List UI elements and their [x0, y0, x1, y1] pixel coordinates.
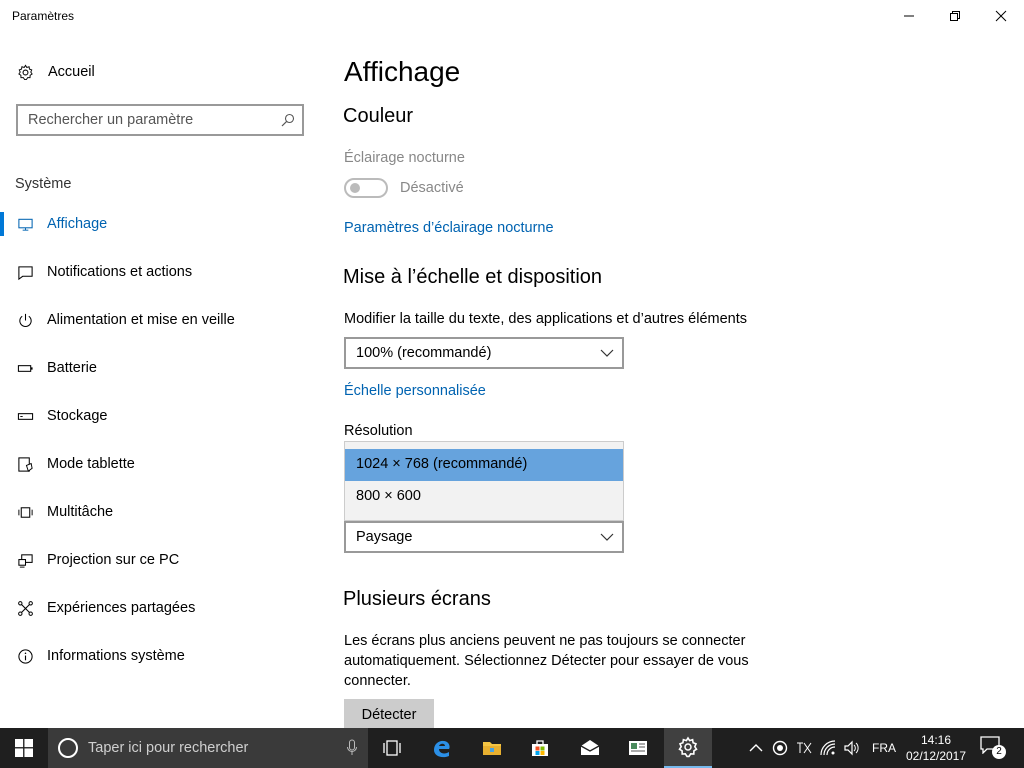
start-button[interactable] [0, 728, 48, 768]
multiple-displays-description-line2: automatiquement. Sélectionnez Détecter p… [344, 653, 749, 669]
scale-layout-heading: Mise à l’échelle et disposition [343, 266, 603, 288]
mail-icon [580, 740, 600, 755]
chevron-up-icon [749, 744, 763, 752]
task-view-icon [383, 740, 401, 756]
chevron-down-icon [600, 349, 614, 357]
orientation-dropdown[interactable]: Paysage [344, 521, 624, 553]
task-view-button[interactable] [368, 728, 416, 768]
taskbar-app-mail[interactable] [566, 728, 614, 768]
taskbar-app-file-explorer[interactable] [468, 728, 516, 768]
taskbar: Taper ici pour rechercher FRA 14:16 02/1… [0, 728, 1024, 768]
scale-dropdown[interactable]: 100% (recommandé) [344, 337, 624, 369]
resolution-option-label: 1024 × 768 (recommandé) [356, 456, 528, 472]
resolution-label: Résolution [344, 423, 413, 439]
folder-icon [483, 742, 501, 755]
multiple-displays-description-line1: Les écrans plus anciens peuvent ne pas t… [344, 633, 746, 649]
taskbar-search-placeholder: Taper ici pour rechercher [88, 740, 249, 756]
resolution-option-label: 800 × 600 [356, 488, 421, 504]
page-title: Affichage [344, 56, 461, 87]
cortana-icon [58, 738, 78, 758]
taskbar-app-store[interactable] [516, 728, 564, 768]
taskbar-app-settings[interactable] [664, 728, 712, 768]
taskbar-app-edge[interactable] [418, 728, 466, 768]
custom-scale-link[interactable]: Échelle personnalisée [344, 383, 486, 399]
orientation-dropdown-value: Paysage [356, 529, 413, 545]
resolution-option-1024x768[interactable]: 1024 × 768 (recommandé) [345, 449, 623, 481]
scale-description: Modifier la taille du texte, des applica… [344, 311, 747, 327]
edge-icon [434, 740, 450, 758]
resolution-dropdown-list[interactable]: 1024 × 768 (recommandé) 800 × 600 [344, 441, 624, 521]
news-icon [629, 741, 647, 755]
store-icon [532, 740, 548, 756]
notification-count-badge: 2 [992, 745, 1006, 759]
resolution-option-800x600[interactable]: 800 × 600 [345, 481, 623, 513]
wifi-icon [820, 740, 836, 756]
clock-date: 02/12/2017 [905, 749, 967, 763]
toggle-knob [350, 183, 360, 193]
ime-icon [797, 742, 812, 754]
action-center-button[interactable]: 2 [980, 736, 1008, 760]
record-icon [772, 740, 788, 756]
detect-button-label: Détecter [361, 707, 417, 723]
clock-time: 14:16 [920, 733, 952, 747]
gear-icon [678, 736, 698, 758]
chevron-down-icon [600, 533, 614, 541]
taskbar-search-box[interactable]: Taper ici pour rechercher [48, 728, 368, 768]
night-light-settings-link[interactable]: Paramètres d’éclairage nocturne [344, 220, 554, 236]
tray-network-button[interactable] [818, 738, 838, 758]
night-light-label: Éclairage nocturne [344, 150, 465, 166]
clock[interactable]: 14:16 02/12/2017 [900, 732, 972, 764]
input-language-indicator[interactable]: FRA [872, 741, 896, 755]
taskbar-app-news[interactable] [614, 728, 662, 768]
multiple-displays-description-line3: connecter. [344, 673, 411, 689]
detect-button[interactable]: Détecter [344, 699, 434, 729]
main-content: Affichage Couleur Éclairage nocturne Dés… [0, 0, 1024, 729]
show-hidden-icons-button[interactable] [746, 738, 766, 758]
night-light-toggle[interactable] [344, 178, 388, 198]
tray-volume-button[interactable] [842, 738, 862, 758]
color-heading: Couleur [343, 105, 414, 127]
tray-ime-button[interactable] [794, 738, 814, 758]
windows-logo-icon [15, 739, 33, 757]
night-light-state: Désactivé [400, 180, 464, 196]
microphone-icon[interactable] [346, 739, 358, 757]
volume-icon [844, 740, 859, 756]
scale-dropdown-value: 100% (recommandé) [356, 345, 492, 361]
tray-record-button[interactable] [770, 738, 790, 758]
multiple-displays-heading: Plusieurs écrans [343, 588, 491, 610]
